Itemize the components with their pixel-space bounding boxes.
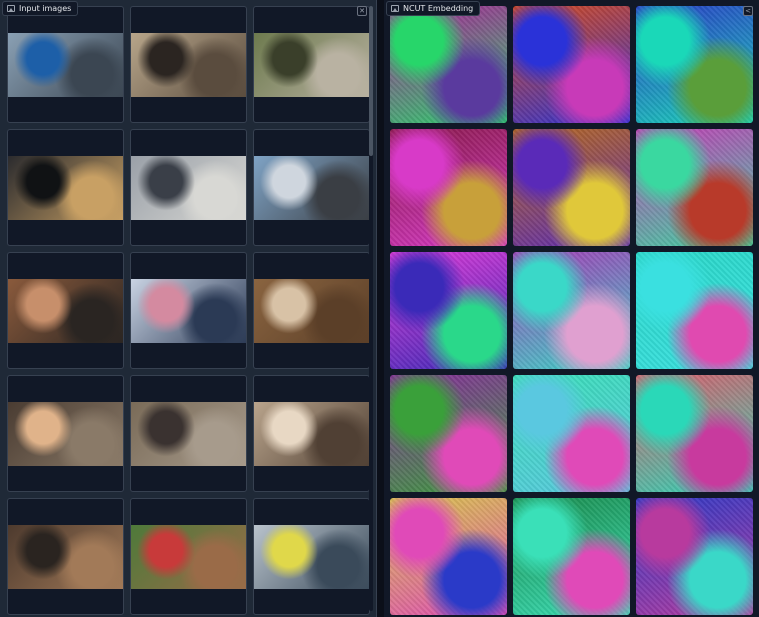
input-image-hand-wiping-sink[interactable] bbox=[7, 6, 124, 123]
input-image-digging-soil[interactable] bbox=[253, 252, 370, 369]
ncut-embedding-tile[interactable] bbox=[513, 129, 630, 246]
image-thumbnail bbox=[254, 33, 369, 97]
ncut-embedding-tile[interactable] bbox=[513, 375, 630, 492]
ncut-embedding-tile[interactable] bbox=[390, 498, 507, 615]
image-thumbnail bbox=[131, 279, 246, 343]
ncut-embedding-tile[interactable] bbox=[390, 252, 507, 369]
image-thumbnail bbox=[131, 525, 246, 589]
ncut-embedding-tile[interactable] bbox=[636, 498, 753, 615]
input-image-crafting-on-table[interactable] bbox=[130, 252, 247, 369]
input-image-room-with-tool[interactable] bbox=[130, 129, 247, 246]
input-images-title: Input images bbox=[19, 4, 72, 13]
app-root: Input images ✕ NCUT Embedding < bbox=[0, 0, 759, 617]
input-image-washing-car[interactable] bbox=[253, 498, 370, 615]
image-thumbnail bbox=[131, 33, 246, 97]
input-image-bicycle-repair[interactable] bbox=[7, 252, 124, 369]
image-icon bbox=[7, 5, 15, 12]
image-thumbnail bbox=[8, 402, 123, 466]
image-thumbnail bbox=[254, 402, 369, 466]
input-image-oven-interior[interactable] bbox=[7, 129, 124, 246]
ncut-embedding-tile[interactable] bbox=[390, 375, 507, 492]
image-thumbnail bbox=[131, 156, 246, 220]
image-thumbnail bbox=[254, 156, 369, 220]
ncut-embedding-tile[interactable] bbox=[636, 6, 753, 123]
gallery-scroll-thumb[interactable] bbox=[369, 6, 373, 156]
ncut-embedding-tile[interactable] bbox=[513, 252, 630, 369]
input-image-hands-on-counter[interactable] bbox=[130, 6, 247, 123]
image-thumbnail bbox=[254, 525, 369, 589]
input-image-car-interior-driving[interactable] bbox=[253, 129, 370, 246]
input-image-living-room-floor[interactable] bbox=[253, 375, 370, 492]
input-image-stone-steps-outdoors[interactable] bbox=[253, 6, 370, 123]
ncut-embedding-label: NCUT Embedding bbox=[386, 1, 481, 16]
image-icon bbox=[391, 5, 399, 12]
image-thumbnail bbox=[8, 525, 123, 589]
image-thumbnail bbox=[8, 156, 123, 220]
image-thumbnail bbox=[254, 279, 369, 343]
share-icon[interactable]: < bbox=[743, 6, 753, 16]
image-thumbnail bbox=[8, 33, 123, 97]
input-image-wood-workbench[interactable] bbox=[7, 498, 124, 615]
close-icon[interactable]: ✕ bbox=[357, 6, 367, 16]
ncut-embedding-tile[interactable] bbox=[390, 6, 507, 123]
panel-divider bbox=[377, 0, 384, 617]
input-images-label: Input images bbox=[2, 1, 79, 16]
ncut-embedding-tile[interactable] bbox=[513, 6, 630, 123]
input-image-gardening-plants[interactable] bbox=[130, 498, 247, 615]
ncut-embedding-title: NCUT Embedding bbox=[403, 4, 474, 13]
input-images-panel: Input images ✕ bbox=[0, 0, 377, 617]
ncut-embedding-tile[interactable] bbox=[390, 129, 507, 246]
image-thumbnail bbox=[8, 279, 123, 343]
gallery-scrollbar[interactable] bbox=[369, 6, 373, 611]
input-image-walking-on-ground[interactable] bbox=[130, 375, 247, 492]
ncut-embedding-tile[interactable] bbox=[636, 252, 753, 369]
image-thumbnail bbox=[131, 402, 246, 466]
ncut-embedding-tile[interactable] bbox=[636, 375, 753, 492]
ncut-embedding-panel: NCUT Embedding < bbox=[384, 0, 759, 617]
ncut-embedding-tile[interactable] bbox=[636, 129, 753, 246]
ncut-embedding-tile[interactable] bbox=[513, 498, 630, 615]
input-image-mechanical-parts[interactable] bbox=[7, 375, 124, 492]
